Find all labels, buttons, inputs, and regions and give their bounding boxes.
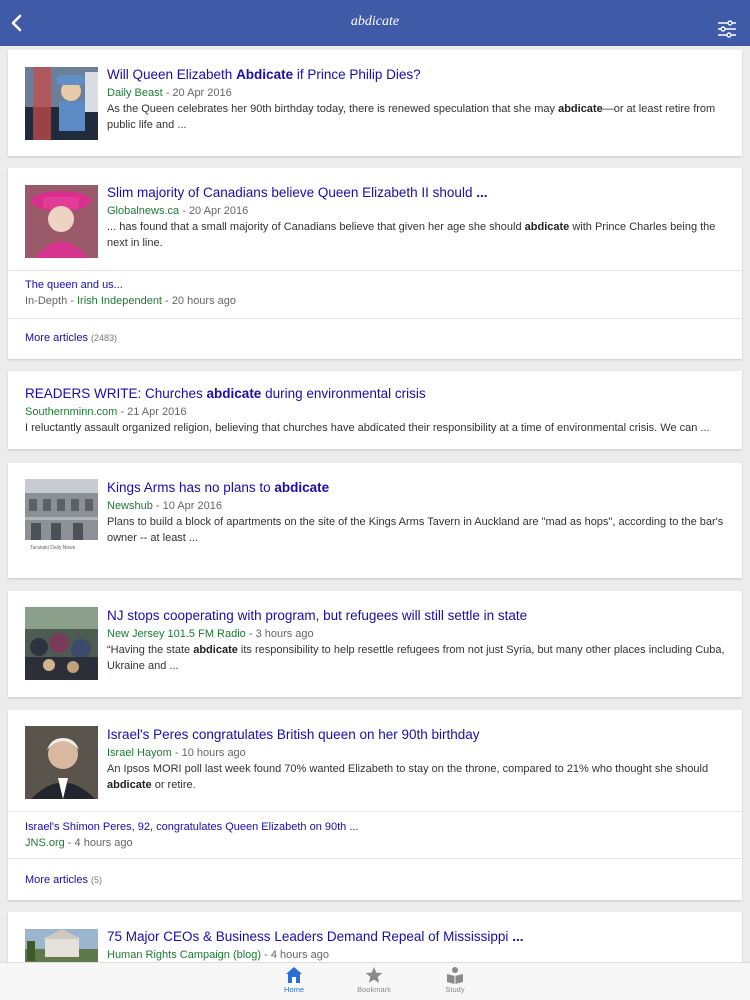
news-card: Slim majority of Canadians believe Queen… [8,168,742,359]
bottom-tab-bar: Home Bookmark Study [0,962,750,1000]
article-headline[interactable]: Kings Arms has no plans to abdicate [107,479,728,497]
article-thumbnail[interactable] [25,185,98,258]
related-date: 4 hours ago [74,837,133,849]
related-date: 20 hours ago [171,295,236,307]
article-snippet: ... has found that a small majority of C… [107,221,716,249]
related-meta: JNS.org - 4 hours ago [25,837,133,849]
article-source: Israel Hayom [107,747,172,759]
article-snippet: An Ipsos MORI poll last week found 70% w… [107,763,709,791]
article-meta: New Jersey 101.5 FM Radio - 3 hours ago [107,628,314,640]
article-source: Newshub [107,500,153,512]
more-articles-count: (5) [91,875,103,885]
divider [8,318,742,319]
article-meta: Daily Beast - 20 Apr 2016 [107,87,232,99]
news-card: READERS WRITE: Churches abdicate during … [8,371,742,449]
article-date: 20 Apr 2016 [172,87,232,99]
related-article: Israel's Shimon Peres, 92, congratulates… [25,820,728,851]
article-date: 4 hours ago [270,949,329,961]
article-snippet: “Having the state abdicate its responsib… [107,644,725,672]
tab-label: Study [445,985,465,994]
article-date: 21 Apr 2016 [127,406,187,418]
divider [8,858,742,859]
article-headline[interactable]: 75 Major CEOs & Business Leaders Demand … [107,928,728,946]
page-title: abdicate [350,14,400,29]
article-meta: Southernminn.com - 21 Apr 2016 [25,406,187,418]
article-meta: Globalnews.ca - 20 Apr 2016 [107,205,249,217]
article-headline[interactable]: Slim majority of Canadians believe Queen… [107,184,728,202]
article-headline[interactable]: Israel's Peres congratulates British que… [107,726,728,744]
news-card: Will Queen Elizabeth Abdicate if Prince … [8,50,742,156]
tab-bookmark[interactable]: Bookmark [344,966,404,994]
article-headline[interactable]: NJ stops cooperating with program, but r… [107,607,728,625]
article-date: 10 Apr 2016 [162,500,222,512]
thumbnail-caption: Taranaki Daily News [30,545,76,551]
article-source: Daily Beast [107,87,163,99]
tab-label: Home [283,985,304,994]
article-date: 20 Apr 2016 [188,205,249,217]
more-articles-link[interactable]: More articles (5) [25,874,102,886]
home-icon [286,967,302,983]
article-date: 3 hours ago [255,628,314,640]
more-articles-count: (2483) [91,333,118,343]
article-date: 10 hours ago [181,747,246,759]
divider [8,811,742,812]
news-card: Israel's Peres congratulates British que… [8,710,742,900]
related-headline[interactable]: The queen and us... [25,278,728,293]
tab-study[interactable]: Study [425,966,485,994]
filter-settings-icon[interactable] [716,19,738,41]
article-thumbnail[interactable]: Taranaki Daily News [25,479,98,552]
related-source: Irish Independent [76,295,162,307]
star-icon [365,967,383,983]
tab-home[interactable]: Home [264,966,324,994]
article-source: New Jersey 101.5 FM Radio [107,628,246,640]
study-icon [447,967,463,984]
article-meta: Newshub - 10 Apr 2016 [107,500,222,512]
article-thumbnail[interactable] [25,67,98,140]
related-source: JNS.org [25,837,65,849]
article-headline[interactable]: Will Queen Elizabeth Abdicate if Prince … [107,66,728,84]
related-meta: In-Depth - Irish Independent - 20 hours … [25,295,236,307]
article-snippet: As the Queen celebrates her 90th birthda… [107,103,716,131]
article-source: Southernminn.com [25,406,118,418]
article-snippet: Plans to build a block of apartments on … [107,516,724,544]
article-meta: Israel Hayom - 10 hours ago [107,747,246,759]
related-article: The queen and us... In-Depth - Irish Ind… [25,278,728,309]
more-articles-link[interactable]: More articles (2483) [25,332,117,344]
top-app-bar: abdicate [0,0,750,46]
news-card: NJ stops cooperating with program, but r… [8,591,742,697]
tab-label: Bookmark [357,985,391,994]
article-source: Globalnews.ca [107,205,180,217]
article-meta: Human Rights Campaign (blog) - 4 hours a… [107,949,329,961]
related-headline[interactable]: Israel's Shimon Peres, 92, congratulates… [25,820,728,835]
article-thumbnail[interactable] [25,726,98,799]
article-source: Human Rights Campaign (blog) [107,949,262,961]
news-card: Taranaki Daily News Kings Arms has no pl… [8,463,742,578]
article-thumbnail[interactable] [25,607,98,680]
divider [8,270,742,271]
article-snippet: I reluctantly assault organized religion… [25,422,710,434]
article-headline[interactable]: READERS WRITE: Churches abdicate during … [25,385,728,403]
